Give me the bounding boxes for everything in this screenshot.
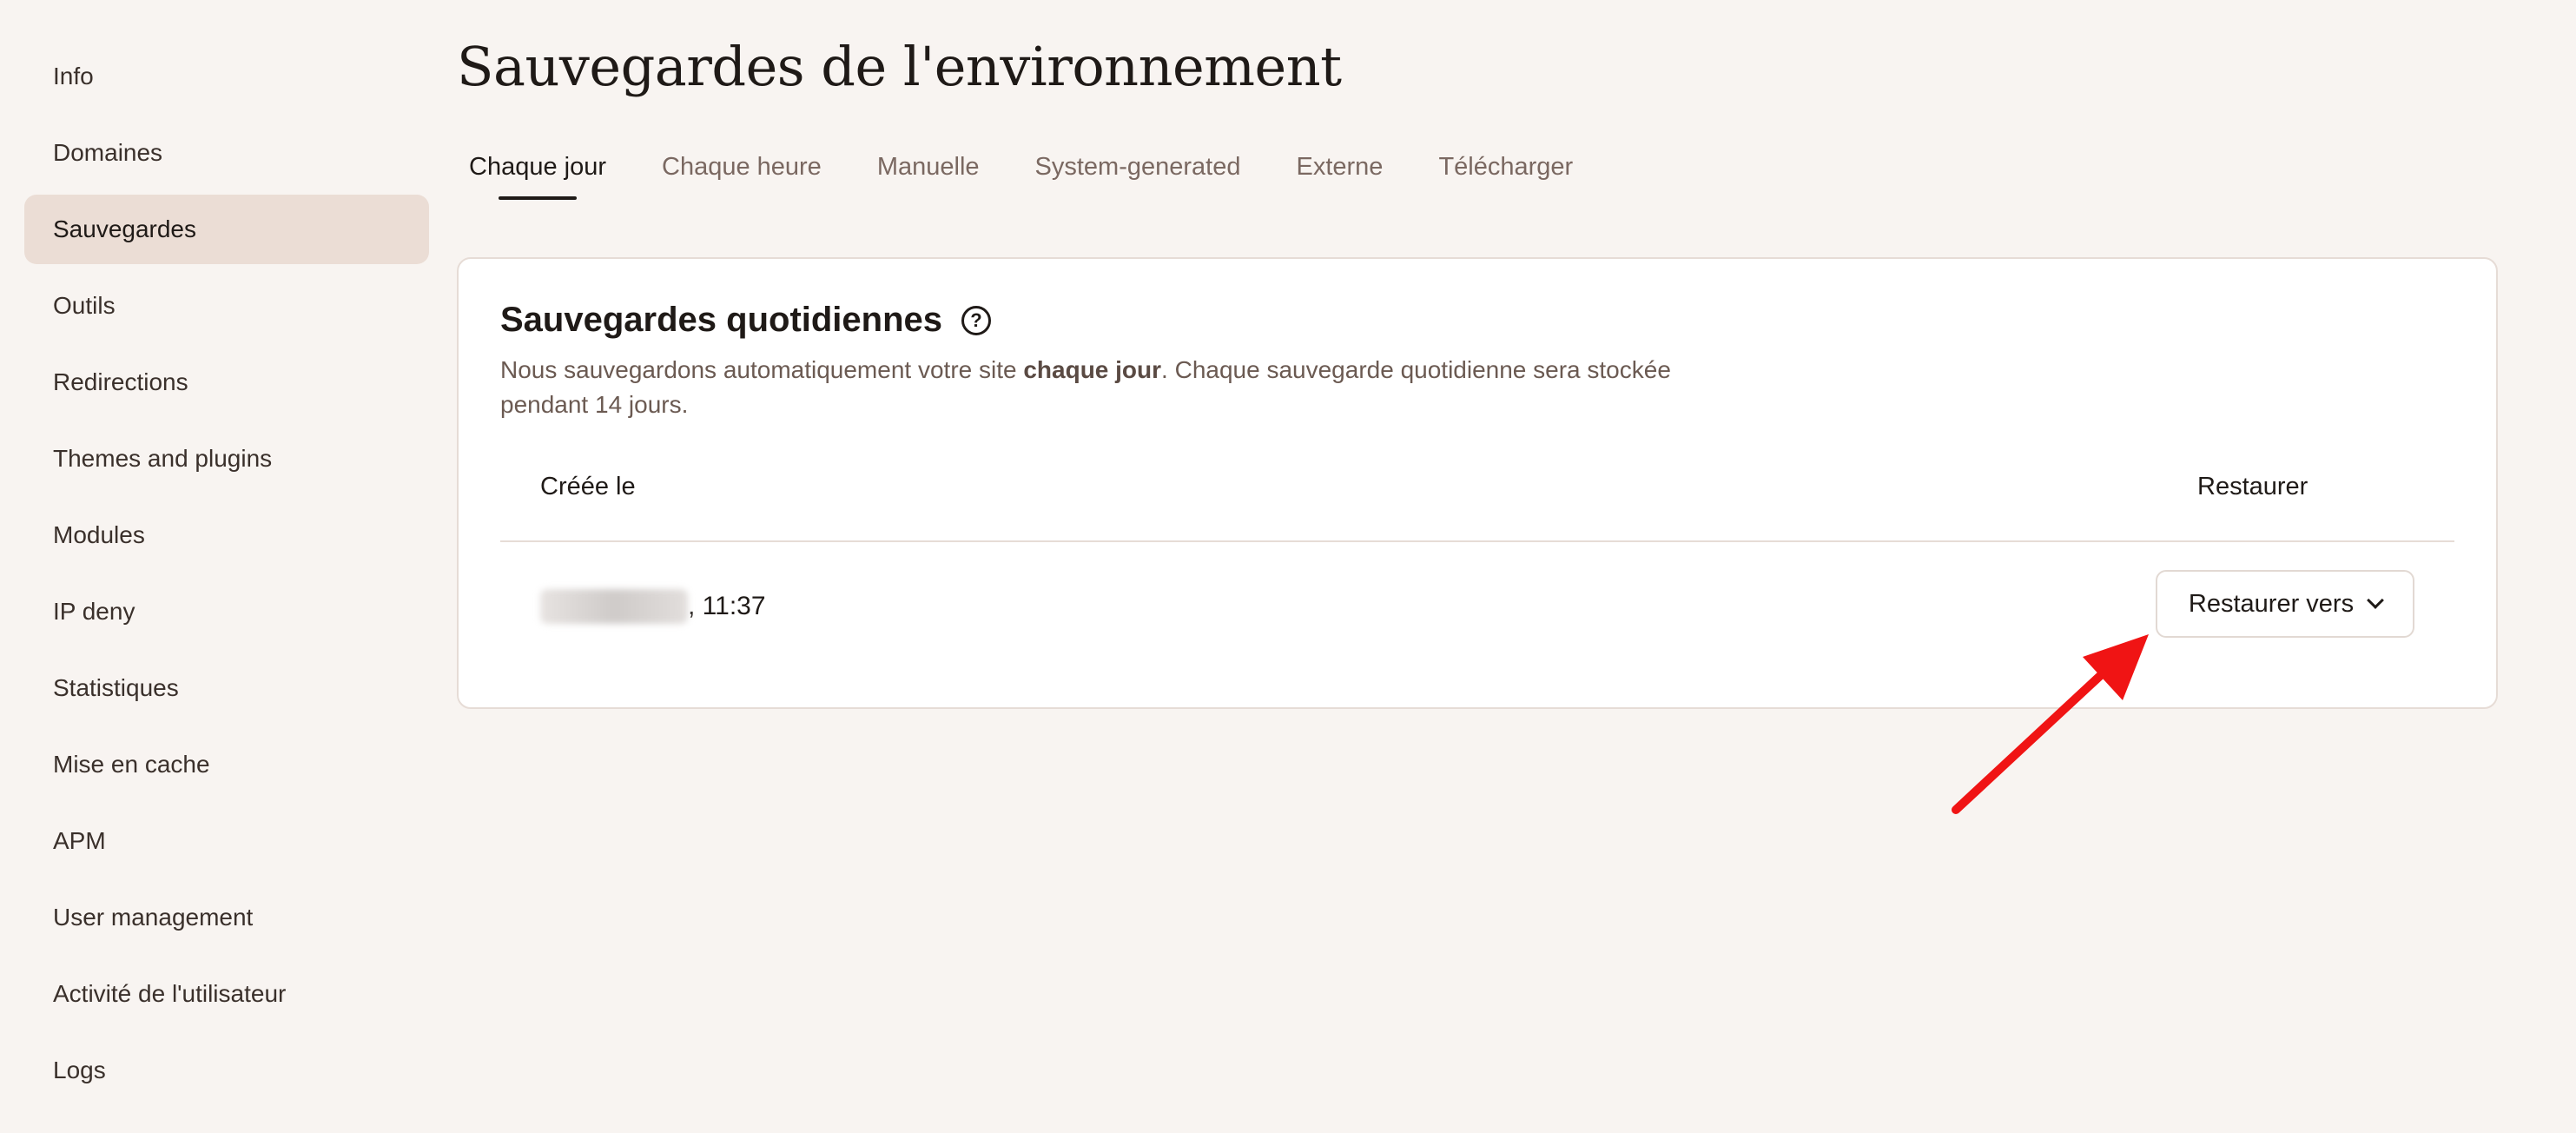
- tab-externe[interactable]: Externe: [1296, 153, 1383, 205]
- sidebar-item-outils[interactable]: Outils: [24, 271, 429, 341]
- sidebar-item-info[interactable]: Info: [24, 42, 429, 111]
- desc-text-1: Nous sauvegardons automatiquement votre …: [500, 356, 1024, 383]
- sidebar-item-statistiques[interactable]: Statistiques: [24, 653, 429, 723]
- table-row: , 11:37: [540, 589, 766, 624]
- card-description: Nous sauvegardons automatiquement votre …: [500, 353, 1681, 422]
- sidebar-item-redirections[interactable]: Redirections: [24, 348, 429, 417]
- tab-system-generated[interactable]: System-generated: [1035, 153, 1241, 205]
- sidebar-item-domaines[interactable]: Domaines: [24, 118, 429, 188]
- card-header: Sauvegardes quotidiennes ?: [500, 301, 992, 340]
- sidebar-item-mise-en-cache[interactable]: Mise en cache: [24, 730, 429, 799]
- backup-time: , 11:37: [688, 592, 766, 620]
- tab-telecharger[interactable]: Télécharger: [1438, 153, 1573, 205]
- sidebar-item-logs[interactable]: Logs: [24, 1036, 429, 1105]
- sidebar: Info Domaines Sauvegardes Outils Redirec…: [24, 42, 429, 1112]
- card-title: Sauvegardes quotidiennes: [500, 301, 943, 339]
- desc-bold: chaque jour: [1023, 356, 1162, 383]
- tab-chaque-heure[interactable]: Chaque heure: [662, 153, 822, 205]
- table-header: Créée le Restaurer: [500, 473, 2454, 542]
- column-header-created: Créée le: [540, 473, 636, 500]
- sidebar-item-activite-utilisateur[interactable]: Activité de l'utilisateur: [24, 959, 429, 1029]
- sidebar-item-modules[interactable]: Modules: [24, 500, 429, 570]
- question-circle-icon[interactable]: ?: [961, 305, 992, 335]
- daily-backups-card: Sauvegardes quotidiennes ? Nous sauvegar…: [457, 257, 2498, 709]
- tab-manuelle[interactable]: Manuelle: [877, 153, 980, 205]
- sidebar-item-apm[interactable]: APM: [24, 806, 429, 876]
- restore-to-label: Restaurer vers: [2188, 589, 2355, 618]
- column-header-restore: Restaurer: [2197, 473, 2308, 500]
- chevron-down-icon: [2367, 592, 2384, 609]
- sidebar-item-ip-deny[interactable]: IP deny: [24, 577, 429, 646]
- backup-tabs: Chaque jour Chaque heure Manuelle System…: [469, 153, 1628, 205]
- blurred-date: [540, 589, 688, 624]
- sidebar-item-user-management[interactable]: User management: [24, 883, 429, 952]
- page-title: Sauvegardes de l'environnement: [457, 35, 1342, 98]
- sidebar-item-sauvegardes[interactable]: Sauvegardes: [24, 195, 429, 264]
- restore-to-button[interactable]: Restaurer vers: [2156, 570, 2414, 638]
- tab-chaque-jour[interactable]: Chaque jour: [469, 153, 606, 205]
- sidebar-item-themes-and-plugins[interactable]: Themes and plugins: [24, 424, 429, 494]
